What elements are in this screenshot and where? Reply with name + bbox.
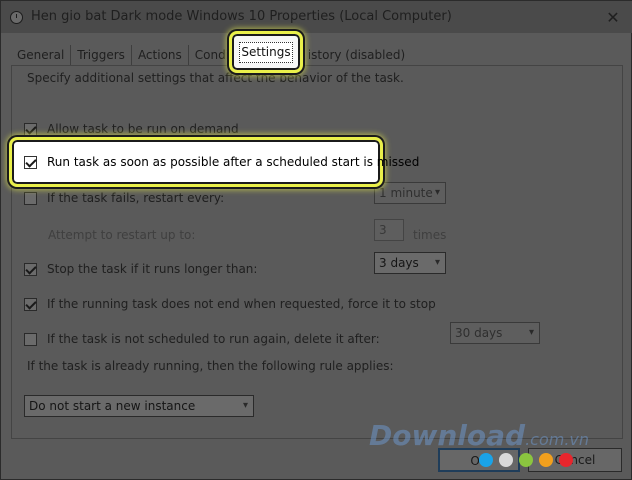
running-rule-value: Do not start a new instance: [29, 399, 196, 413]
restart-interval-value: 1 minute: [379, 186, 433, 200]
delete-after-value: 30 days: [455, 326, 503, 340]
watermark-dots: [479, 453, 573, 467]
allow-on-demand-checkbox[interactable]: [24, 122, 37, 136]
chevron-down-icon: ▾: [434, 257, 440, 268]
force-stop-checkbox[interactable]: [24, 297, 37, 311]
restart-attempts-label: Attempt to restart up to:: [48, 228, 196, 242]
delete-if-not-scheduled-label: If the task is not scheduled to run agai…: [47, 332, 380, 346]
force-stop-label: If the running task does not end when re…: [47, 297, 436, 311]
properties-dialog: Hen gio bat Dark mode Windows 10 Propert…: [0, 0, 632, 480]
run-missed-row[interactable]: Run task as soon as possible after a sch…: [24, 155, 419, 169]
title-bar: Hen gio bat Dark mode Windows 10 Propert…: [1, 1, 632, 33]
restart-attempts-unit: times: [413, 228, 447, 242]
close-button[interactable]: ✕: [593, 1, 632, 33]
dot-icon: [559, 453, 573, 467]
stop-duration-value: 3 days: [379, 256, 419, 270]
delete-if-not-scheduled-checkbox[interactable]: [24, 332, 37, 346]
tab-actions[interactable]: Actions: [132, 45, 189, 65]
allow-on-demand-row[interactable]: Allow task to be run on demand: [24, 122, 239, 136]
delete-if-not-scheduled-row[interactable]: If the task is not scheduled to run agai…: [24, 332, 380, 346]
watermark-text: Download: [369, 419, 526, 452]
dot-icon: [519, 453, 533, 467]
tab-general[interactable]: General: [11, 45, 72, 65]
restart-attempts-input[interactable]: 3: [374, 219, 404, 241]
window-title: Hen gio bat Dark mode Windows 10 Propert…: [31, 9, 452, 24]
restart-on-fail-row[interactable]: If the task fails, restart every:: [24, 191, 224, 205]
stop-if-longer-label: Stop the task if it runs longer than:: [47, 262, 258, 276]
run-missed-checkbox[interactable]: [24, 155, 37, 169]
clock-icon: [10, 11, 23, 24]
force-stop-row[interactable]: If the running task does not end when re…: [24, 297, 436, 311]
allow-on-demand-label: Allow task to be run on demand: [47, 122, 239, 136]
dot-icon: [499, 453, 513, 467]
dot-icon: [539, 453, 553, 467]
restart-on-fail-label: If the task fails, restart every:: [47, 191, 225, 205]
stop-if-longer-row[interactable]: Stop the task if it runs longer than:: [24, 262, 257, 276]
restart-interval-select[interactable]: 1 minute ▾: [374, 182, 446, 204]
restart-on-fail-checkbox[interactable]: [24, 191, 37, 205]
watermark-suffix: .com.vn: [525, 430, 590, 449]
settings-tab-highlight: Settings: [229, 31, 303, 73]
run-missed-highlight: Run task as soon as possible after a sch…: [9, 137, 419, 187]
tab-history[interactable]: History (disabled): [309, 45, 421, 65]
dot-icon: [479, 453, 493, 467]
stop-if-longer-checkbox[interactable]: [24, 262, 37, 276]
settings-description: Specify additional settings that affect …: [27, 71, 404, 85]
download-watermark: Download.com.vn: [369, 419, 589, 452]
running-rule-select[interactable]: Do not start a new instance ▾: [24, 395, 254, 417]
rule-label: If the task is already running, then the…: [27, 359, 394, 373]
chevron-down-icon: ▾: [434, 187, 440, 198]
stop-duration-select[interactable]: 3 days ▾: [374, 252, 446, 274]
tab-settings[interactable]: Settings: [239, 42, 293, 63]
chevron-down-icon: ▾: [242, 400, 248, 411]
run-missed-label: Run task as soon as possible after a sch…: [47, 155, 420, 169]
tab-triggers[interactable]: Triggers: [71, 45, 132, 65]
delete-after-select[interactable]: 30 days ▾: [450, 322, 540, 344]
tab-strip: General Triggers Actions Conditions Hist…: [11, 43, 421, 65]
chevron-down-icon: ▾: [528, 327, 534, 338]
restart-attempts-row: Attempt to restart up to:: [48, 228, 195, 242]
